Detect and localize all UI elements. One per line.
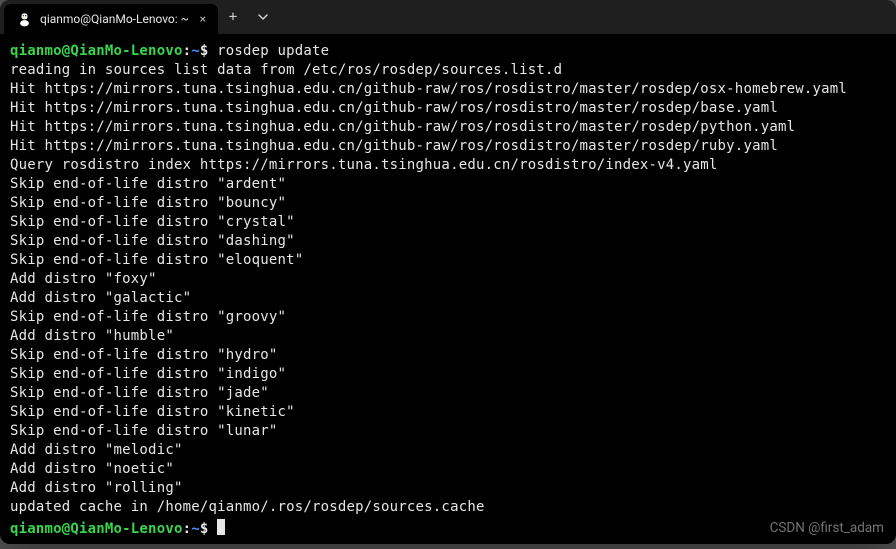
terminal-line: Add distro "foxy" bbox=[10, 270, 886, 289]
terminal-window: qianmo@QianMo-Lenovo: ~ × + qianmo@QianM… bbox=[0, 0, 896, 544]
terminal-line: Skip end-of-life distro "dashing" bbox=[10, 232, 886, 251]
terminal-line: Skip end-of-life distro "lunar" bbox=[10, 422, 886, 441]
close-icon[interactable]: × bbox=[200, 12, 206, 26]
terminal-line: Add distro "noetic" bbox=[10, 460, 886, 479]
terminal-line: qianmo@QianMo-Lenovo:~$ bbox=[10, 517, 886, 539]
terminal-line: Skip end-of-life distro "ardent" bbox=[10, 175, 886, 194]
terminal-line: Skip end-of-life distro "eloquent" bbox=[10, 251, 886, 270]
prompt-user: qianmo@QianMo-Lenovo bbox=[10, 521, 183, 537]
terminal-line: Skip end-of-life distro "hydro" bbox=[10, 346, 886, 365]
terminal-line: updated cache in /home/qianmo/.ros/rosde… bbox=[10, 498, 886, 517]
terminal-line: qianmo@QianMo-Lenovo:~$ rosdep update bbox=[10, 42, 886, 61]
terminal-line: Add distro "melodic" bbox=[10, 441, 886, 460]
prompt-path: ~ bbox=[191, 521, 200, 537]
terminal-line: reading in sources list data from /etc/r… bbox=[10, 61, 886, 80]
tab-title: qianmo@QianMo-Lenovo: ~ bbox=[40, 12, 189, 26]
terminal-line: Hit https://mirrors.tuna.tsinghua.edu.cn… bbox=[10, 137, 886, 156]
prompt-user: qianmo@QianMo-Lenovo bbox=[10, 43, 183, 59]
terminal-line: Skip end-of-life distro "indigo" bbox=[10, 365, 886, 384]
terminal-line: Hit https://mirrors.tuna.tsinghua.edu.cn… bbox=[10, 80, 886, 99]
new-tab-button[interactable]: + bbox=[218, 2, 248, 32]
command-text: rosdep update bbox=[217, 43, 329, 59]
titlebar: qianmo@QianMo-Lenovo: ~ × + bbox=[0, 0, 896, 34]
terminal-line: Skip end-of-life distro "kinetic" bbox=[10, 403, 886, 422]
terminal-line: Hit https://mirrors.tuna.tsinghua.edu.cn… bbox=[10, 99, 886, 118]
prompt-colon: : bbox=[183, 521, 192, 537]
terminal-line: Hit https://mirrors.tuna.tsinghua.edu.cn… bbox=[10, 118, 886, 137]
prompt-dollar: $ bbox=[200, 43, 209, 59]
terminal-body[interactable]: qianmo@QianMo-Lenovo:~$ rosdep updaterea… bbox=[0, 34, 896, 549]
terminal-line: Skip end-of-life distro "groovy" bbox=[10, 308, 886, 327]
prompt-colon: : bbox=[183, 43, 192, 59]
terminal-line: Add distro "rolling" bbox=[10, 479, 886, 498]
terminal-line: Add distro "humble" bbox=[10, 327, 886, 346]
tux-icon bbox=[16, 11, 32, 27]
terminal-line: Query rosdistro index https://mirrors.tu… bbox=[10, 156, 886, 175]
prompt-dollar: $ bbox=[200, 521, 209, 537]
tab-active[interactable]: qianmo@QianMo-Lenovo: ~ × bbox=[4, 4, 218, 34]
watermark: CSDN @first_adam bbox=[770, 520, 884, 536]
terminal-line: Add distro "galactic" bbox=[10, 289, 886, 308]
cursor bbox=[217, 519, 225, 535]
terminal-line: Skip end-of-life distro "crystal" bbox=[10, 213, 886, 232]
tab-menu-chevron-icon[interactable] bbox=[248, 2, 278, 32]
terminal-line: Skip end-of-life distro "bouncy" bbox=[10, 194, 886, 213]
prompt-path: ~ bbox=[191, 43, 200, 59]
terminal-line: Skip end-of-life distro "jade" bbox=[10, 384, 886, 403]
